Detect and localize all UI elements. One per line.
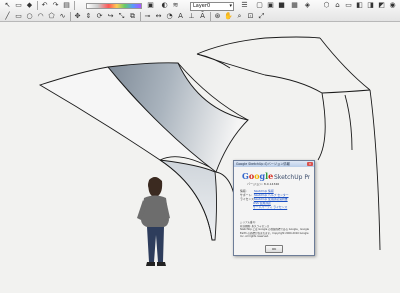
layer-manager-icon[interactable]: ☰ — [240, 1, 249, 10]
axes-icon[interactable]: ⊥ — [187, 12, 196, 21]
freehand-icon[interactable]: ∿ — [58, 12, 67, 21]
svg-text:SketchUp Pro: SketchUp Pro — [274, 174, 310, 181]
text-icon[interactable]: A — [176, 12, 185, 21]
color-swatch-strip[interactable] — [86, 3, 142, 9]
section-plane-icon[interactable]: ◈ — [303, 1, 312, 10]
select-icon[interactable]: ↖ — [3, 1, 12, 10]
push-pull-icon[interactable]: ⇕ — [84, 12, 93, 21]
iso-view-icon[interactable]: ⬡ — [322, 1, 331, 10]
person-figure[interactable] — [137, 177, 170, 266]
info-row: サードパーティ ライセンス — [240, 205, 310, 209]
zoom-window-icon[interactable]: ⊡ — [246, 12, 255, 21]
pan-icon[interactable]: ✋ — [224, 12, 233, 21]
top-view-icon[interactable]: ⌂ — [333, 1, 342, 10]
wireframe-icon[interactable]: ▢ — [255, 1, 264, 10]
about-dialog: Google SketchUp のバージョン情報 ✕ Google Sketch… — [233, 160, 315, 256]
layer-select[interactable]: Layer0 ▾ — [190, 2, 234, 11]
rectangle-icon[interactable]: ▭ — [14, 12, 23, 21]
google-sketchup-logo-art: Google SketchUp Pro — [242, 171, 314, 181]
canopy-underside — [159, 159, 217, 241]
orbit-icon[interactable]: ⊛ — [213, 12, 222, 21]
right-view-icon[interactable]: ◧ — [355, 1, 364, 10]
toolbar-separator — [74, 1, 75, 10]
toolbar-separator — [70, 12, 71, 21]
dialog-title: Google SketchUp のバージョン情報 — [236, 162, 290, 166]
left-view-icon[interactable]: ◩ — [377, 1, 386, 10]
circle-icon[interactable]: ○ — [25, 12, 34, 21]
sketchup-logo: Google SketchUp Pro — [238, 170, 314, 182]
info-links: 情報: SketchUp 情報 サポート: SketchUp ヘルプ センター … — [240, 189, 310, 209]
hidden-line-icon[interactable]: ▣ — [266, 1, 275, 10]
zoom-extents-icon[interactable]: ⤢ — [257, 12, 266, 21]
undo-icon[interactable]: ↶ — [40, 1, 49, 10]
shaded-icon[interactable]: ■ — [277, 1, 286, 10]
tape-measure-icon[interactable]: ⊸ — [143, 12, 152, 21]
toolbar-row-2: ╱ ▭ ○ ◠ ⬠ ∿ ✥ ⇕ ⟳ ↪ ⤡ ⧉ ⊸ ↔ ◔ A ⊥ Ā ⊛ ✋ … — [0, 11, 400, 22]
eraser-icon[interactable]: ▭ — [14, 1, 23, 10]
toolbar-separator — [140, 12, 141, 21]
redo-icon[interactable]: ↷ — [51, 1, 60, 10]
zoom-icon[interactable]: ⌕ — [235, 12, 244, 21]
license-info: シリアル番号: 有効期限: 永久ライセンス SketchUp には Google… — [240, 221, 310, 239]
texture-icon[interactable]: ▦ — [290, 1, 299, 10]
paint-bucket-icon[interactable]: ◆ — [25, 1, 34, 10]
dialog-title-bar: Google SketchUp のバージョン情報 ✕ — [234, 161, 314, 167]
arc-icon[interactable]: ◠ — [36, 12, 45, 21]
polygon-icon[interactable]: ⬠ — [47, 12, 56, 21]
front-view-icon[interactable]: ▭ — [344, 1, 353, 10]
chevron-down-icon: ▾ — [229, 3, 232, 9]
svg-text:Google: Google — [242, 171, 273, 181]
protractor-icon[interactable]: ◔ — [165, 12, 174, 21]
version-text: バージョン: 8.0.14346 — [247, 182, 280, 186]
back-view-icon[interactable]: ◨ — [366, 1, 375, 10]
fog-icon[interactable]: ≋ — [171, 1, 180, 10]
style-icon[interactable]: ▣ — [146, 1, 155, 10]
toolbar: ↖ ▭ ◆ ↶ ↷ ▤ ▣ ◐ ≋ Layer0 ▾ ☰ ▢ ▣ ■ ▦ ◈ ⬡… — [0, 0, 400, 22]
copyright-text: SketchUp には Google の登録商標である Google、Googl… — [240, 228, 309, 238]
camera-icon[interactable]: ◉ — [388, 1, 397, 10]
info-label: ライセンス: — [240, 197, 255, 201]
follow-me-icon[interactable]: ↪ — [106, 12, 115, 21]
3d-text-icon[interactable]: Ā — [198, 12, 207, 21]
third-party-license-link[interactable]: サードパーティ ライセンス — [253, 205, 287, 209]
dimension-icon[interactable]: ↔ — [154, 12, 163, 21]
line-icon[interactable]: ╱ — [3, 12, 12, 21]
rotate-icon[interactable]: ⟳ — [95, 12, 104, 21]
toolbar-separator — [210, 12, 211, 21]
model-viewport[interactable] — [0, 22, 400, 293]
offset-icon[interactable]: ⧉ — [128, 12, 137, 21]
toolbar-separator — [37, 1, 38, 10]
scale-icon[interactable]: ⤡ — [117, 12, 126, 21]
ok-button[interactable]: OK — [265, 245, 283, 253]
close-icon[interactable]: ✕ — [307, 162, 313, 166]
layer-select-value: Layer0 — [193, 3, 211, 9]
print-icon[interactable]: ▤ — [62, 1, 71, 10]
toolbar-row-1: ↖ ▭ ◆ ↶ ↷ ▤ ▣ ◐ ≋ Layer0 ▾ ☰ ▢ ▣ ■ ▦ ◈ ⬡… — [0, 0, 400, 11]
shadow-icon[interactable]: ◐ — [160, 1, 169, 10]
move-icon[interactable]: ✥ — [73, 12, 82, 21]
